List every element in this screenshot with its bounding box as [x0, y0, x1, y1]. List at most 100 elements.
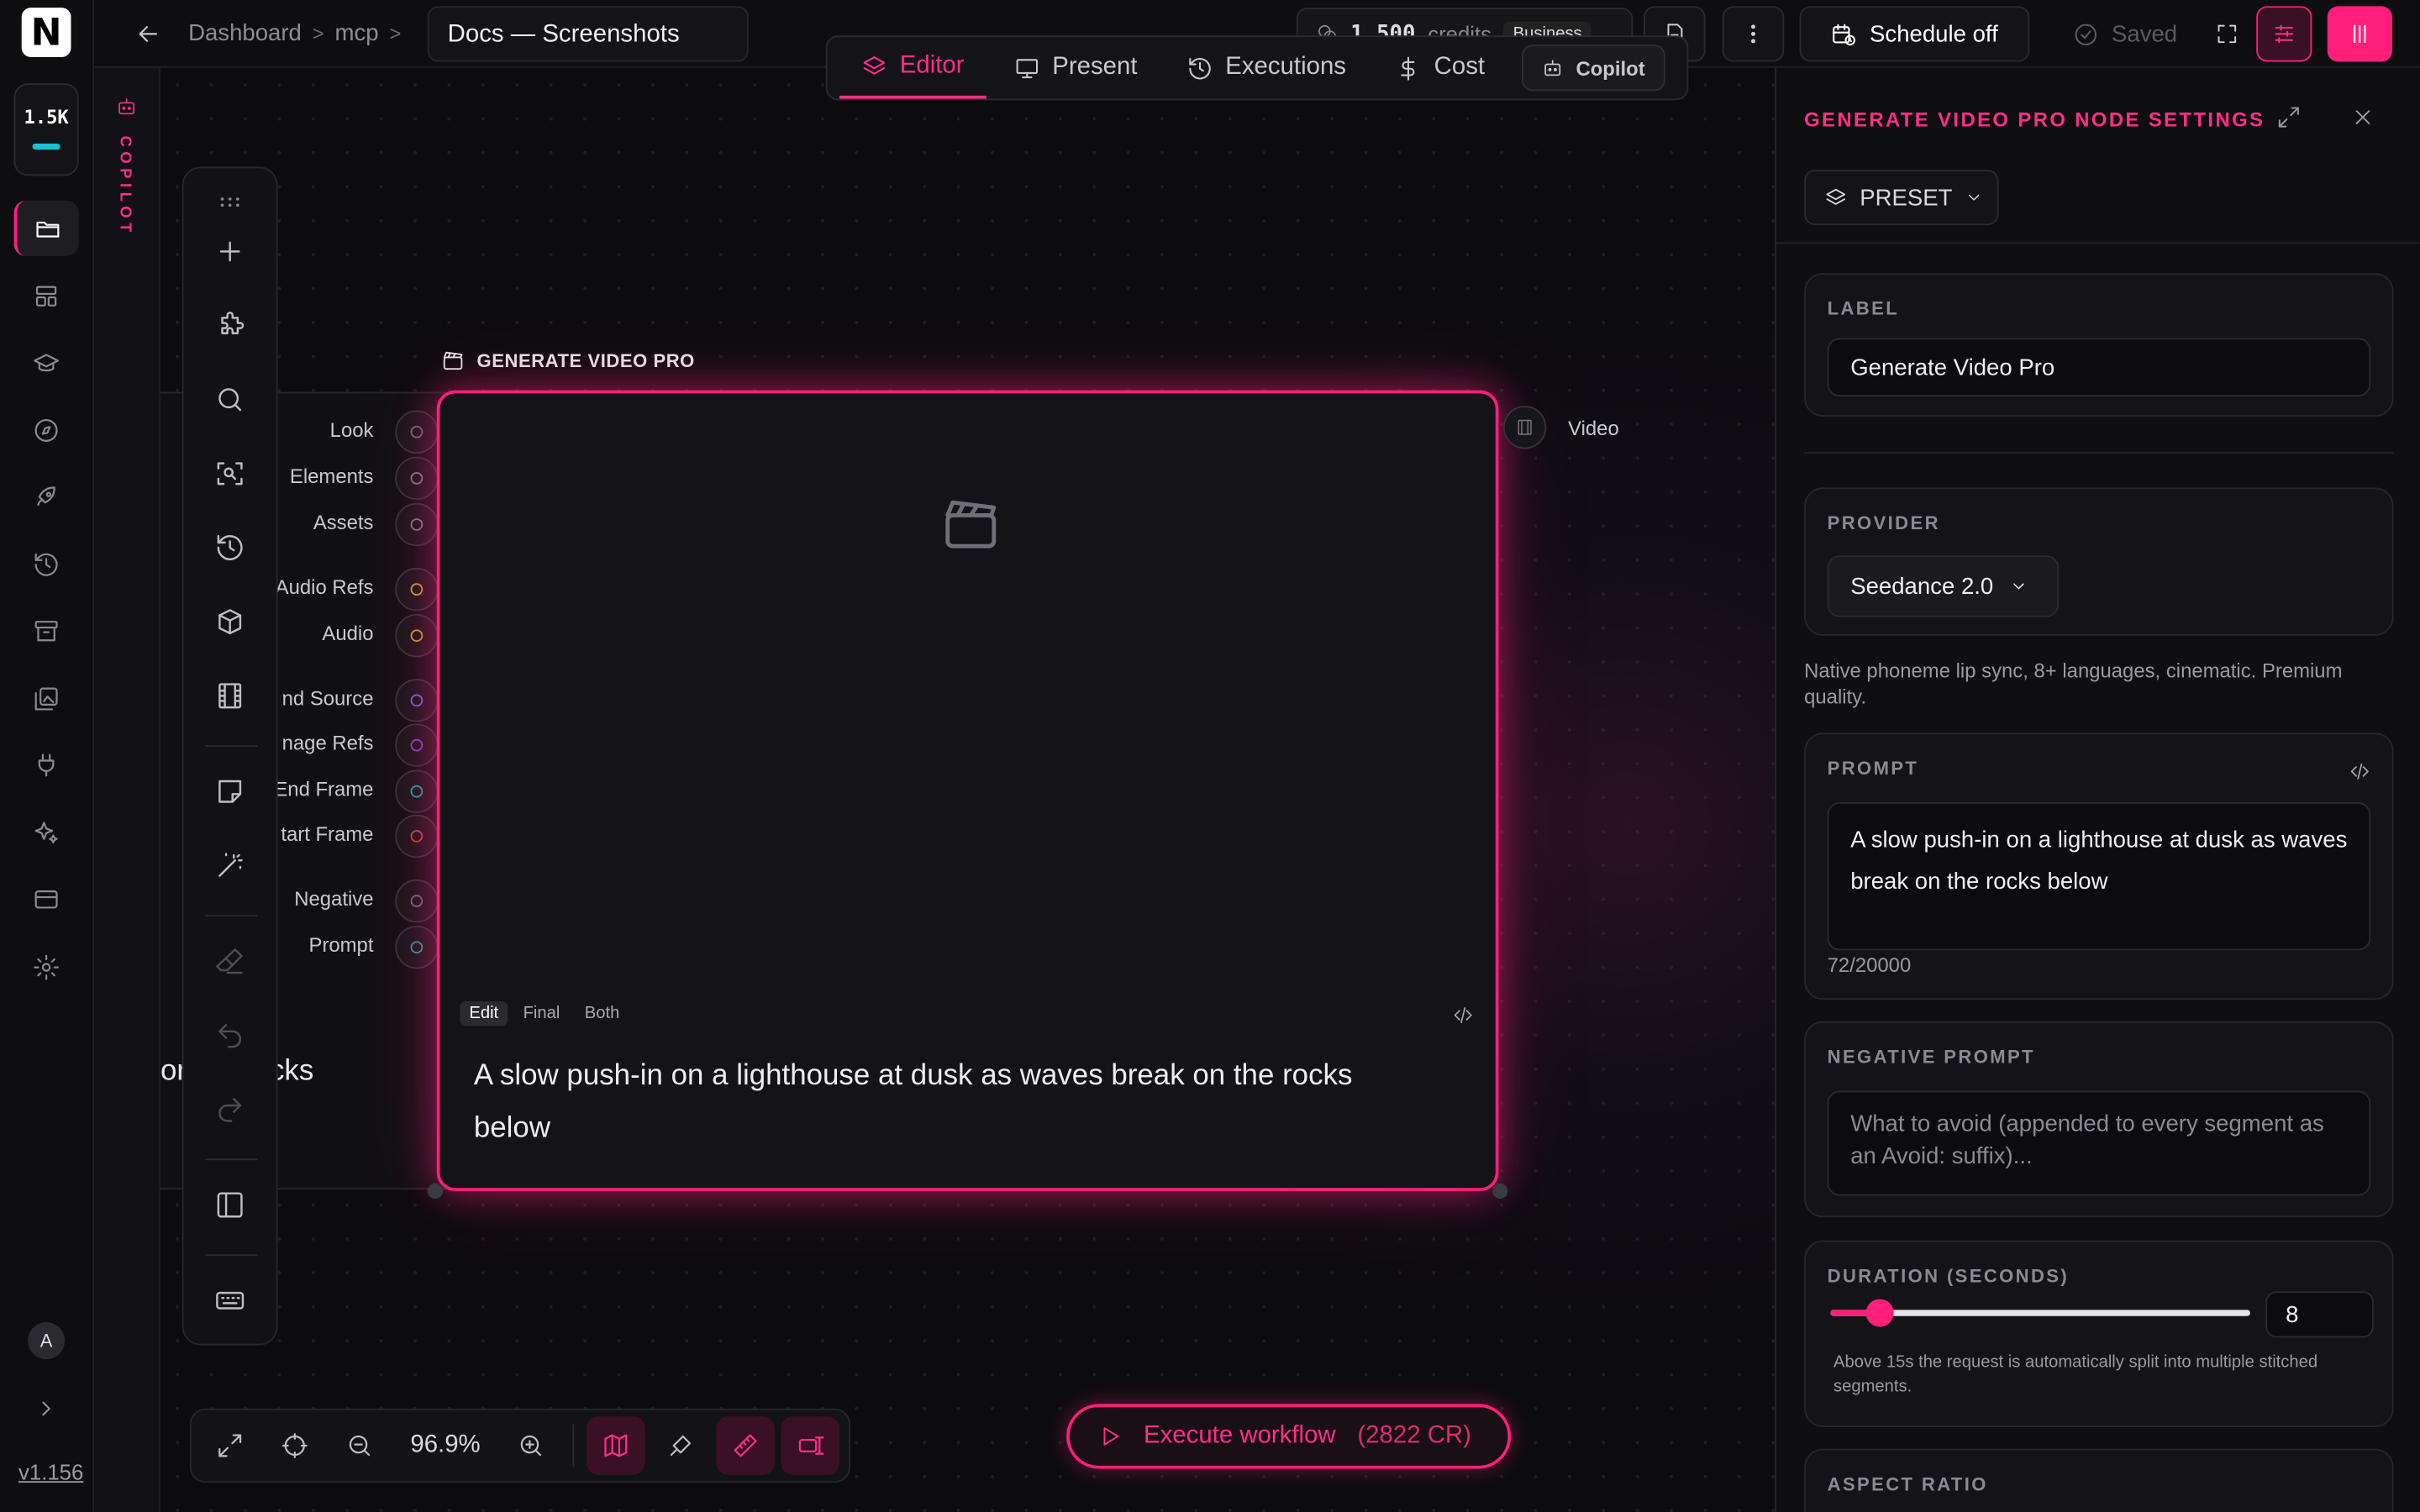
resize-handle-right[interactable]	[1492, 1183, 1508, 1200]
saved-label: Saved	[2112, 20, 2178, 48]
port-connector-icon[interactable]	[395, 456, 439, 501]
sparkles-icon[interactable]	[14, 806, 79, 861]
folder-icon[interactable]	[13, 200, 79, 256]
snap-icon[interactable]	[652, 1416, 711, 1475]
input-port-label: End Frame	[274, 777, 374, 801]
port-connector-icon[interactable]	[395, 567, 439, 612]
keyboard-icon[interactable]	[208, 1279, 251, 1322]
ruler-icon[interactable]	[716, 1416, 776, 1475]
archive-icon[interactable]	[14, 603, 79, 659]
schedule-button[interactable]: Schedule off	[1799, 6, 2030, 62]
port-connector-icon[interactable]	[395, 502, 439, 547]
breadcrumb-dashboard[interactable]: Dashboard	[188, 20, 302, 46]
duration-slider-knob[interactable]	[1866, 1299, 1895, 1327]
magic-wand-icon[interactable]	[208, 844, 251, 887]
monitor-icon	[1013, 55, 1039, 81]
sliders-icon[interactable]	[2256, 6, 2312, 62]
zoom-level[interactable]: 96.9%	[395, 1431, 497, 1459]
negative-caption: NEGATIVE PROMPT	[1827, 1046, 2035, 1068]
crosshair-icon[interactable]	[266, 1416, 324, 1475]
port-connector-icon[interactable]	[395, 879, 439, 923]
fullscreen-icon[interactable]	[2197, 6, 2256, 61]
copilot-strip[interactable]: COPILOT	[94, 67, 161, 1512]
node-header[interactable]: GENERATE VIDEO PRO	[441, 349, 695, 372]
panel-columns-icon[interactable]	[2327, 6, 2392, 62]
scan-search-icon[interactable]	[208, 452, 251, 495]
compass-icon[interactable]	[14, 402, 79, 458]
version-link[interactable]: v1.156	[18, 1460, 83, 1484]
port-connector-icon[interactable]	[395, 410, 439, 454]
panel-left-icon[interactable]	[208, 1184, 251, 1226]
document-title-input[interactable]: Docs — Screenshots	[427, 6, 749, 62]
prompt-textarea[interactable]: A slow push-in on a lighthouse at dusk a…	[1827, 802, 2371, 951]
resize-handle-left[interactable]	[427, 1183, 444, 1200]
tab-editor[interactable]: Editor	[839, 37, 986, 99]
tab-copilot[interactable]: Copilot	[1522, 45, 1665, 92]
panel-divider	[1776, 242, 2420, 244]
zoom-in-icon[interactable]	[502, 1416, 561, 1475]
layout-icon[interactable]	[14, 269, 79, 324]
plug-icon[interactable]	[14, 738, 79, 793]
graduation-cap-icon[interactable]	[14, 336, 79, 391]
app-logo[interactable]: N	[21, 8, 71, 57]
node-prompt-text[interactable]: A slow push-in on a lighthouse at dusk a…	[474, 1051, 1431, 1156]
plus-icon[interactable]	[208, 230, 251, 273]
left-rail: N 1.5K A v1.156	[0, 0, 95, 1512]
credit-card-icon[interactable]	[14, 872, 79, 927]
view-tab-edit[interactable]: Edit	[460, 1001, 508, 1026]
breadcrumb-mcp[interactable]: mcp	[335, 20, 379, 46]
sticky-note-icon[interactable]	[208, 770, 251, 813]
port-connector-icon[interactable]	[395, 614, 439, 658]
search-icon[interactable]	[208, 378, 251, 421]
drag-handle-icon[interactable]	[208, 181, 251, 223]
close-icon[interactable]	[2350, 105, 2375, 129]
duration-input[interactable]: 8	[2265, 1291, 2374, 1338]
port-connector-icon[interactable]	[395, 769, 439, 813]
settings-icon[interactable]	[14, 940, 79, 995]
prompt-char-count: 72/20000	[1827, 953, 1912, 977]
label-input[interactable]: Generate Video Pro	[1827, 338, 2371, 397]
code-icon[interactable]	[1452, 1005, 1474, 1026]
chevron-right-icon[interactable]	[34, 1396, 58, 1420]
preset-dropdown[interactable]: PRESET	[1804, 170, 1999, 226]
port-connector-icon[interactable]	[395, 926, 439, 969]
zoom-out-icon[interactable]	[330, 1416, 389, 1475]
port-connector-icon[interactable]	[395, 814, 439, 858]
negative-prompt-textarea[interactable]: What to avoid (appended to every segment…	[1827, 1090, 2371, 1196]
execute-workflow-button[interactable]: Execute workflow (2822 CR)	[1066, 1404, 1512, 1469]
tab-cost[interactable]: Cost	[1374, 37, 1507, 98]
view-tab-final[interactable]: Final	[514, 1001, 570, 1026]
more-vertical-icon[interactable]	[1722, 6, 1785, 62]
tab-present[interactable]: Present	[992, 37, 1160, 98]
workflow-canvas[interactable]: or the rocks LookElementsAssetsAudio Ref…	[160, 67, 1776, 1512]
duration-slider[interactable]	[1830, 1299, 2250, 1327]
fit-view-icon[interactable]	[201, 1416, 260, 1475]
view-tab-both[interactable]: Both	[576, 1001, 629, 1026]
minimap-icon[interactable]	[587, 1416, 646, 1475]
back-arrow-icon[interactable]	[134, 20, 162, 48]
generate-video-node[interactable]: Edit Final Both A slow push-in on a ligh…	[436, 390, 1499, 1191]
gallery-icon[interactable]	[14, 671, 79, 727]
avatar[interactable]: A	[28, 1322, 66, 1360]
bot-icon	[116, 96, 138, 118]
code-icon[interactable]	[2349, 760, 2370, 782]
credits-widget[interactable]: 1.5K	[13, 83, 79, 176]
undo-icon[interactable]	[208, 1014, 251, 1057]
rocket-icon[interactable]	[14, 469, 79, 524]
provider-select[interactable]: Seedance 2.0	[1827, 555, 2060, 617]
port-connector-icon[interactable]	[395, 723, 439, 767]
input-port-label: Elements	[289, 464, 374, 488]
history-icon[interactable]	[14, 537, 79, 592]
zoom-bar-divider	[573, 1424, 575, 1467]
port-connector-icon[interactable]	[395, 679, 439, 722]
history-icon[interactable]	[208, 526, 251, 569]
puzzle-icon[interactable]	[208, 304, 251, 347]
redo-icon[interactable]	[208, 1088, 251, 1131]
output-port-video[interactable]: Video	[1502, 406, 1619, 449]
tab-executions[interactable]: Executions	[1165, 37, 1368, 98]
pointer-tool-icon[interactable]	[781, 1416, 840, 1475]
eraser-icon[interactable]	[208, 940, 251, 983]
box-icon[interactable]	[208, 600, 251, 643]
expand-icon[interactable]	[2276, 105, 2301, 129]
film-icon[interactable]	[208, 675, 251, 717]
